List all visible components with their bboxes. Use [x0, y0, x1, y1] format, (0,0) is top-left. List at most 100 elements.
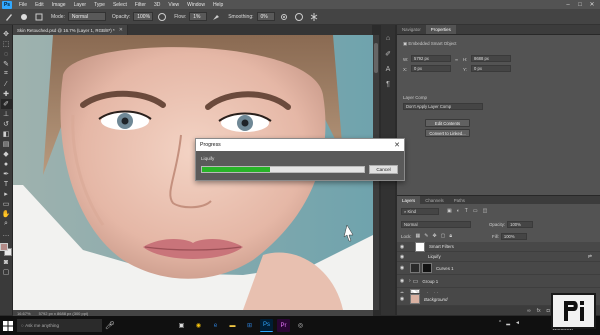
lock-all-icon[interactable]: 🔒︎ — [449, 233, 452, 239]
task-view-icon[interactable]: ▣ — [175, 319, 188, 332]
visibility-eye-icon[interactable]: ◉ — [397, 278, 407, 284]
store-icon[interactable]: ⊞ — [243, 319, 256, 332]
opacity-field[interactable]: 100% — [133, 12, 154, 21]
character-panel-icon[interactable]: A — [386, 66, 391, 73]
close-icon[interactable]: ✕ — [394, 141, 400, 149]
filter-mask-thumbnail[interactable] — [415, 241, 425, 252]
path-select-tool-icon[interactable]: ▸ — [1, 189, 12, 199]
width-field[interactable]: 5792 px — [411, 55, 451, 62]
airbrush-icon[interactable] — [210, 11, 222, 23]
y-field[interactable]: 0 px — [471, 65, 511, 72]
photoshop-taskbar-icon[interactable]: Ps — [260, 319, 273, 332]
filter-options-icon[interactable]: ⇌ — [588, 254, 592, 260]
link-dimensions-icon[interactable]: ∞ — [455, 57, 458, 62]
menu-3d[interactable]: 3D — [150, 2, 164, 8]
crop-tool-icon[interactable]: ⌗ — [1, 69, 12, 79]
visibility-eye-icon[interactable]: ◉ — [397, 254, 407, 260]
tab-layers[interactable]: Layers — [397, 196, 421, 204]
minimize-button[interactable]: – — [562, 2, 574, 8]
scrollbar-thumb[interactable] — [374, 43, 378, 73]
menu-file[interactable]: File — [15, 2, 31, 8]
tray-expand-icon[interactable]: ^ — [499, 320, 501, 326]
smoothing-settings-icon[interactable] — [278, 11, 290, 23]
zoom-tool-icon[interactable]: ⌕ — [1, 219, 12, 229]
tab-paths[interactable]: Paths — [449, 196, 470, 204]
menu-filter[interactable]: Filter — [131, 2, 150, 8]
lock-pixels-icon[interactable]: ✎ — [424, 233, 428, 239]
pressure-opacity-icon[interactable] — [156, 11, 168, 23]
windows-start-icon[interactable] — [0, 318, 16, 334]
zoom-level[interactable]: 16.67% — [17, 311, 31, 316]
maximize-button[interactable]: □ — [574, 2, 586, 8]
file-explorer-icon[interactable]: ▬ — [226, 319, 239, 332]
x-field[interactable]: 0 px — [411, 65, 451, 72]
link-layers-icon[interactable]: ∞ — [527, 308, 531, 314]
blend-mode-select[interactable]: Normal — [401, 220, 471, 228]
tab-channels[interactable]: Channels — [420, 196, 449, 204]
move-tool-icon[interactable]: ✥ — [1, 29, 12, 39]
menu-edit[interactable]: Edit — [31, 2, 48, 8]
layer-row-curves[interactable]: ◉ Curves 1 — [397, 262, 600, 275]
group-expand-icon[interactable]: › — [409, 278, 411, 284]
lock-position-icon[interactable]: ✥ — [432, 233, 436, 239]
blur-tool-icon[interactable]: ◆ — [1, 149, 12, 159]
layer-mask-thumbnail[interactable] — [422, 263, 432, 273]
cancel-button[interactable]: Cancel — [369, 165, 398, 174]
lock-transparency-icon[interactable]: ▦ — [416, 233, 421, 239]
color-swatches[interactable] — [0, 243, 12, 257]
quick-mask-icon[interactable]: ◙ — [1, 257, 12, 267]
convert-to-linked-button[interactable]: Convert to Linked... — [425, 129, 470, 137]
brush-settings-icon[interactable] — [33, 11, 45, 23]
add-mask-icon[interactable]: ◘ — [547, 308, 550, 314]
tab-properties[interactable]: Properties — [425, 25, 456, 34]
taskbar-search-input[interactable]: ○ Ask me anything — [17, 319, 102, 332]
marquee-tool-icon[interactable]: ⬚ — [1, 39, 12, 49]
fx-icon[interactable]: fx — [537, 308, 541, 314]
brush-tool-icon[interactable]: ✐ — [0, 99, 12, 109]
close-window-button[interactable]: ✕ — [586, 1, 598, 8]
screen-mode-icon[interactable]: ▢ — [1, 267, 12, 277]
flow-field[interactable]: 1% — [189, 12, 208, 21]
menu-layer[interactable]: Layer — [70, 2, 91, 8]
volume-icon[interactable]: ◄ — [515, 320, 520, 326]
visibility-eye-icon[interactable]: ◉ — [397, 265, 407, 271]
clone-stamp-tool-icon[interactable]: ⊥ — [1, 109, 12, 119]
menu-view[interactable]: View — [164, 2, 183, 8]
pen-tool-icon[interactable]: ✒ — [1, 169, 12, 179]
healing-tool-icon[interactable]: ✚ — [1, 89, 12, 99]
shape-tool-icon[interactable]: ▭ — [1, 199, 12, 209]
menu-help[interactable]: Help — [209, 2, 227, 8]
filter-shape-icon[interactable]: ▭ — [473, 208, 478, 214]
brush-preset-icon[interactable] — [18, 11, 30, 23]
layer-filter-select[interactable]: ⌕ Kind — [401, 207, 439, 215]
premiere-taskbar-icon[interactable]: Pr — [277, 319, 290, 332]
filter-adjustment-icon[interactable]: ◐ — [457, 208, 460, 214]
lock-artboard-icon[interactable]: ▢ — [441, 233, 446, 239]
filter-smart-object-icon[interactable]: ◫ — [483, 208, 488, 214]
gradient-tool-icon[interactable]: ▤ — [1, 139, 12, 149]
filter-pixel-icon[interactable]: ▣ — [447, 208, 452, 214]
document-tab[interactable]: Skin Retouched.psd @ 16.7% (Layer 1, RGB… — [13, 25, 128, 35]
menu-select[interactable]: Select — [109, 2, 131, 8]
pressure-size-icon[interactable] — [293, 11, 305, 23]
network-icon[interactable]: ▂ — [506, 320, 510, 326]
more-tools-icon[interactable]: … — [1, 229, 12, 239]
tab-navigator[interactable]: Navigator — [397, 25, 426, 34]
microphone-icon[interactable]: 🎤︎ — [102, 318, 118, 334]
height-field[interactable]: 8688 px — [471, 55, 511, 62]
layer-row-smart-filters[interactable]: ◉ Smart Filters — [397, 241, 600, 252]
history-brush-tool-icon[interactable]: ↺ — [1, 119, 12, 129]
chrome-icon[interactable]: ◉ — [192, 319, 205, 332]
lasso-tool-icon[interactable]: ◌ — [1, 49, 12, 59]
layer-row-liquify[interactable]: ◉ Liquify ⇌ — [397, 252, 600, 262]
menu-type[interactable]: Type — [90, 2, 109, 8]
layer-opacity-field[interactable]: 100% — [507, 220, 534, 228]
brush-panel-icon[interactable]: ✐ — [385, 50, 391, 58]
history-panel-icon[interactable]: ⌂ — [386, 35, 390, 42]
eyedropper-tool-icon[interactable]: ⁄ — [1, 79, 12, 89]
mode-select[interactable]: Normal — [67, 12, 106, 21]
hand-tool-icon[interactable]: ✋ — [1, 209, 12, 219]
eraser-tool-icon[interactable]: ◧ — [1, 129, 12, 139]
menu-image[interactable]: Image — [48, 2, 70, 8]
filter-type-icon[interactable]: T — [465, 208, 468, 214]
